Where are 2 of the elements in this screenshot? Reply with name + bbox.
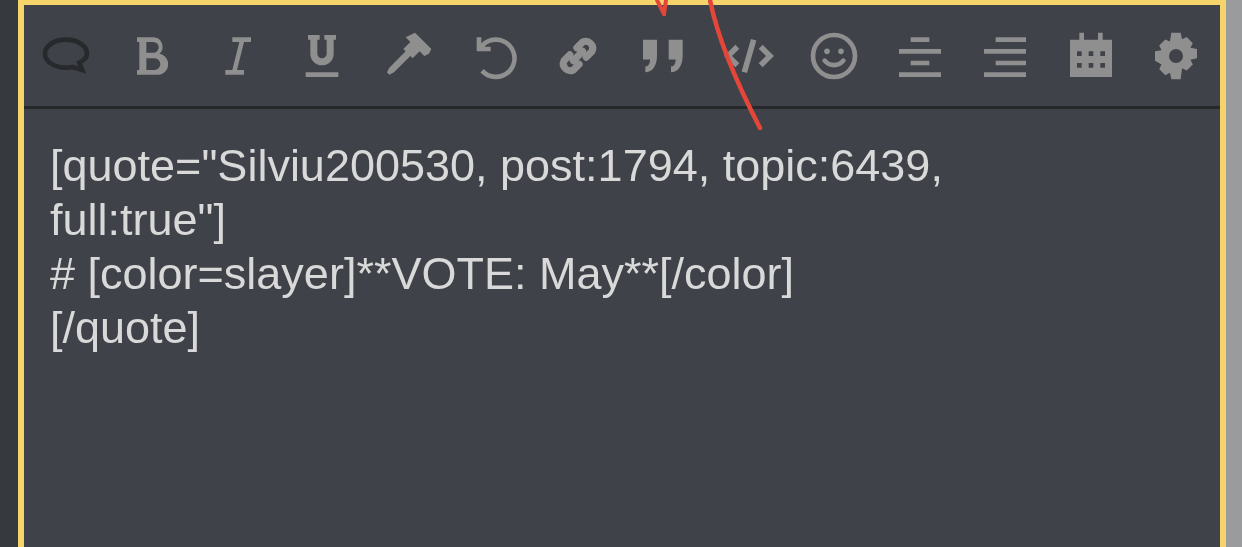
annotation-stroke <box>655 0 668 16</box>
editor-text-area[interactable]: [quote="Silviu200530, post:1794, topic:6439, full:true"] # [color=slayer]**VOTE: May**[/color] [/quote] <box>24 109 1086 547</box>
